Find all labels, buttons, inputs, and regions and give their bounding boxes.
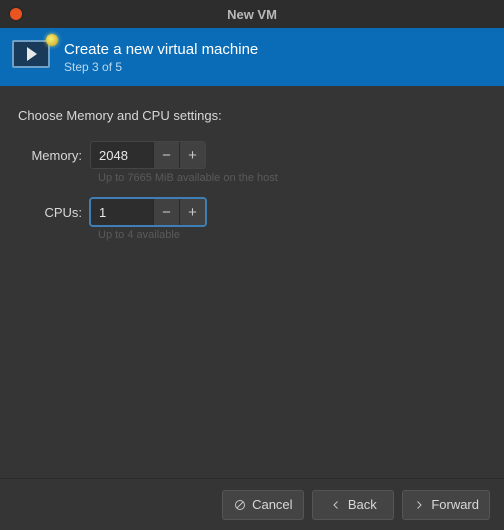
cpus-spinbox[interactable]: − + [90,198,206,226]
vm-monitor-icon [12,40,54,74]
wizard-header: Create a new virtual machine Step 3 of 5 [0,28,504,86]
memory-decrement-button[interactable]: − [153,142,179,168]
memory-input[interactable] [91,142,153,168]
wizard-footer: Cancel Back Forward [0,478,504,530]
wizard-title: Create a new virtual machine [64,41,258,58]
memory-increment-button[interactable]: + [179,142,205,168]
cpus-row: CPUs: − + [18,198,486,226]
memory-hint: Up to 7665 MiB available on the host [98,172,486,184]
forward-button[interactable]: Forward [402,490,490,520]
memory-label: Memory: [18,148,90,163]
cpus-decrement-button[interactable]: − [153,199,179,225]
titlebar: New VM [0,0,504,28]
cpus-input[interactable] [91,199,153,225]
cpus-increment-button[interactable]: + [179,199,205,225]
wizard-step: Step 3 of 5 [64,60,258,74]
memory-spinbox[interactable]: − + [90,141,206,169]
memory-row: Memory: − + [18,141,486,169]
instruction-text: Choose Memory and CPU settings: [18,108,486,123]
cpus-hint: Up to 4 available [98,229,486,241]
chevron-left-icon [330,499,342,511]
cancel-button[interactable]: Cancel [222,490,304,520]
chevron-right-icon [413,499,425,511]
back-button[interactable]: Back [312,490,394,520]
cancel-icon [234,499,246,511]
wizard-body: Choose Memory and CPU settings: Memory: … [0,86,504,273]
window-title: New VM [0,7,504,22]
back-label: Back [348,497,377,512]
cancel-label: Cancel [252,497,292,512]
cpus-label: CPUs: [18,205,90,220]
window-close-button[interactable] [10,8,22,20]
forward-label: Forward [431,497,479,512]
